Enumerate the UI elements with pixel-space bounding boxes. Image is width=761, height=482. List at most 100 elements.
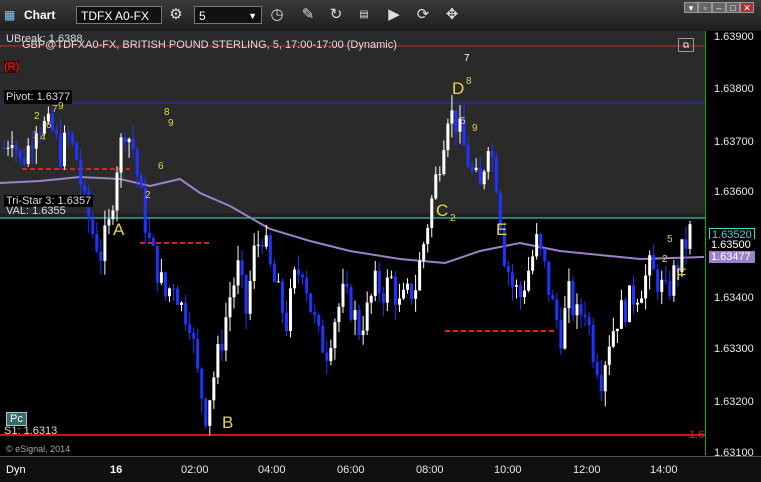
- candle-body: [607, 346, 611, 365]
- candle-body: [284, 312, 288, 331]
- x-tick: 16: [110, 464, 123, 476]
- candle-body: [599, 375, 603, 392]
- candle-body: [289, 288, 293, 331]
- candle-body: [232, 285, 236, 298]
- candle-body: [426, 227, 430, 245]
- price-axis[interactable]: 1.63900 1.63800 1.63700 1.63600 1.63400 …: [705, 31, 761, 459]
- candle-body: [688, 224, 692, 249]
- count-tag: 9: [168, 118, 174, 129]
- candle-body: [567, 281, 571, 309]
- candle-body: [603, 364, 607, 392]
- candle-body: [58, 133, 62, 167]
- candle-body: [14, 145, 18, 151]
- candle-body: [301, 274, 305, 278]
- candle-body: [632, 285, 636, 305]
- candle-body: [317, 314, 321, 326]
- event-b-label: B: [222, 413, 234, 432]
- s1-label: S1: 1.6313: [4, 425, 58, 437]
- maximize-button[interactable]: □: [726, 2, 740, 13]
- minimize-button[interactable]: –: [712, 2, 726, 13]
- candle-body: [401, 289, 405, 299]
- candle-body: [575, 304, 579, 316]
- menu-button[interactable]: ▾: [684, 2, 698, 13]
- candle-body: [478, 167, 482, 185]
- candle-body: [510, 272, 514, 287]
- cycle-icon[interactable]: ⟳: [413, 5, 433, 25]
- count-tag: 6: [158, 161, 164, 172]
- candle-body: [155, 245, 159, 283]
- candle-body: [490, 151, 494, 158]
- candle-body: [252, 245, 256, 282]
- candle-body: [571, 281, 575, 316]
- count-tag: 8: [466, 76, 472, 87]
- candle-body: [684, 239, 688, 249]
- crosshair-icon[interactable]: ✥: [442, 5, 462, 25]
- data-icon[interactable]: ▤: [354, 5, 374, 25]
- candle-body: [422, 244, 426, 261]
- candle-body: [272, 263, 276, 282]
- candle-body: [293, 269, 297, 289]
- symbol-input[interactable]: TDFX A0-FX: [76, 6, 162, 24]
- event-a-label: A: [113, 220, 125, 239]
- candle-body: [543, 248, 547, 262]
- chart-logo-icon: ▦: [4, 8, 16, 22]
- candle-body: [256, 244, 260, 246]
- interval-select[interactable]: 5 ▼: [194, 6, 262, 24]
- count-tag: 1: [33, 130, 39, 141]
- candle-body: [640, 298, 644, 303]
- candle-body: [369, 295, 373, 303]
- candle-body: [244, 275, 248, 314]
- expand-icon[interactable]: ⧉: [678, 38, 694, 52]
- count-tag: 9: [58, 101, 64, 112]
- price-chart[interactable]: [0, 31, 705, 455]
- y-tick: 1.63800: [714, 83, 754, 95]
- count-tag: 4: [40, 132, 46, 143]
- candle-body: [176, 288, 180, 305]
- x-tick: 02:00: [181, 464, 209, 476]
- candle-body: [406, 283, 410, 290]
- pc-button[interactable]: Pc: [6, 412, 27, 426]
- candle-body: [514, 285, 518, 287]
- event-e-label: E: [496, 220, 508, 239]
- candle-body: [135, 148, 139, 176]
- candle-body: [466, 145, 470, 167]
- r-badge[interactable]: (R): [4, 61, 20, 73]
- candle-body: [559, 319, 563, 349]
- candle-body: [309, 293, 313, 312]
- count-tag: 2: [145, 190, 151, 201]
- dyn-label[interactable]: Dyn: [6, 464, 26, 476]
- candle-body: [26, 145, 30, 164]
- val-label: VAL: 1.6355: [6, 205, 66, 217]
- close-button[interactable]: ✕: [740, 2, 754, 13]
- candle-body: [418, 260, 422, 291]
- play-icon[interactable]: ▶: [384, 5, 404, 25]
- candle-body: [627, 285, 631, 322]
- interval-value: 5: [199, 9, 206, 23]
- pencil-icon[interactable]: ✎: [298, 5, 318, 25]
- chevron-down-icon: ▼: [248, 11, 257, 21]
- candle-body: [385, 277, 389, 303]
- candle-body: [30, 145, 34, 149]
- candle-body: [264, 235, 268, 247]
- candle-body: [107, 219, 111, 226]
- candle-body: [192, 332, 196, 339]
- candle-body: [414, 290, 418, 299]
- restore-button[interactable]: ▫: [698, 2, 712, 13]
- refresh-icon[interactable]: ↻: [326, 5, 346, 25]
- candle-body: [615, 328, 619, 332]
- link-settings-icon[interactable]: ⚙: [166, 5, 186, 25]
- candle-body: [623, 300, 627, 322]
- clock-icon[interactable]: ◷: [267, 5, 287, 25]
- time-axis[interactable]: Dyn 16 02:00 04:00 06:00 08:00 10:00 12:…: [0, 456, 761, 482]
- candle-body: [474, 167, 478, 170]
- candle-body: [470, 166, 474, 170]
- candle-body: [200, 368, 204, 399]
- candle-body: [397, 298, 401, 305]
- candle-body: [151, 237, 155, 246]
- candle-body: [587, 317, 591, 325]
- candle-body: [539, 234, 543, 249]
- price-marker-ma: 1.63477: [709, 251, 755, 263]
- candle-body: [297, 269, 301, 275]
- candle-body: [519, 285, 523, 298]
- candle-body: [276, 281, 280, 283]
